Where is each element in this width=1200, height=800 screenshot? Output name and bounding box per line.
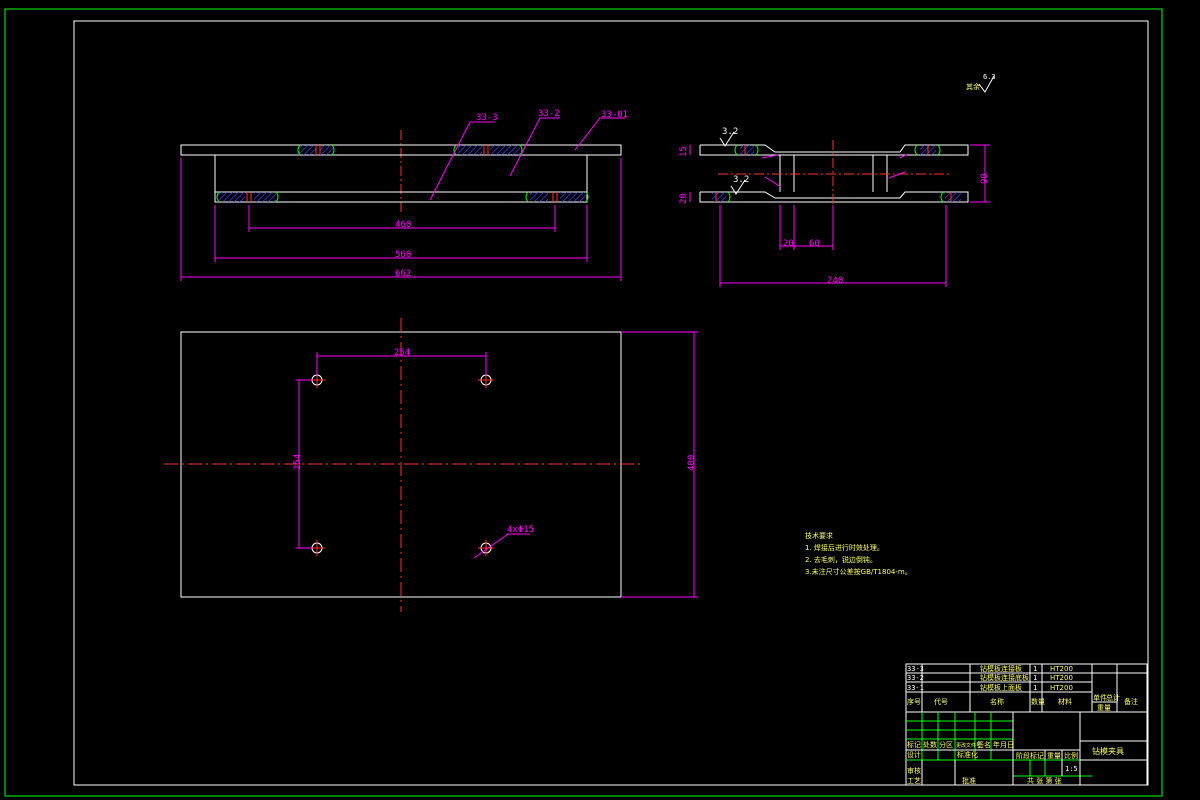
part-material: HT200: [1050, 674, 1073, 682]
sheet-info: 共 张 第 张: [1027, 776, 1062, 785]
tech-item-1: 1. 焊接后进行时效处理。: [805, 543, 884, 552]
top-view: 254 254 400 4xΦ15: [164, 318, 698, 612]
title-block: [905, 663, 1148, 786]
drawing-title: 钻模夹具: [1092, 746, 1124, 756]
header-qty: 数量: [1031, 697, 1045, 706]
drawing-sheet: 33-3 33-2 33-01 460 560 662 3.2 3.2 15 2…: [4, 8, 1163, 797]
dim-top-thk: 15: [679, 146, 689, 157]
dim-holes: 4xΦ15: [507, 525, 534, 535]
tech-title: 技术要求: [805, 531, 833, 540]
sig-signature: 签名: [977, 740, 991, 749]
dim-gap-a: 20: [783, 239, 794, 249]
roughness-label: 其余: [966, 82, 980, 91]
side-roughness-top: 3.2: [722, 127, 738, 137]
sig-stage-mark: 阶段标记: [1016, 751, 1044, 760]
technical-requirements: 技术要求 1. 焊接后进行时效处理。 2. 去毛刺，锐边倒钝。 3.未注尺寸公差…: [805, 531, 912, 576]
dim-spacing-x: 254: [394, 348, 410, 358]
sig-date: 年月日: [993, 740, 1014, 749]
part-code: 33-3: [907, 665, 924, 673]
header-weight: 重量: [1097, 704, 1111, 712]
header-name: 名称: [990, 697, 1004, 706]
sig-review: 审核: [907, 766, 921, 775]
part-material: HT200: [1050, 684, 1073, 692]
front-label-a: 33-3: [476, 113, 498, 123]
sig-scale: 比例: [1064, 751, 1078, 760]
part-qty: 1: [1033, 684, 1037, 692]
sig-mark: 标记: [907, 740, 921, 749]
part-name: 钻模板连接板: [980, 664, 1022, 673]
header-seq: 序号: [907, 697, 921, 706]
front-label-b: 33-2: [538, 109, 560, 119]
part-qty: 1: [1033, 674, 1037, 682]
dim-gap-b: 60: [809, 239, 820, 249]
dim-spacing-y: 254: [293, 454, 303, 470]
front-view: 33-3 33-2 33-01 460 560 662: [180, 109, 628, 281]
general-roughness: 6.3 其余: [966, 73, 996, 93]
sig-standardize: 标准化: [957, 750, 978, 759]
header-material: 材料: [1058, 697, 1072, 706]
header-total-weight: 总计: [1106, 693, 1120, 702]
header-code: 代号: [934, 697, 948, 706]
roughness-value: 6.3: [983, 73, 996, 81]
sig-approve: 批准: [962, 776, 976, 785]
part-material: HT200: [1050, 665, 1073, 673]
dim-height-400: 400: [687, 455, 697, 471]
dim-overall: 662: [395, 269, 411, 279]
side-view: 3.2 3.2 15 20 90 20 60 240: [679, 127, 990, 287]
sig-zone: 分区: [939, 740, 953, 749]
sig-weight: 重量: [1047, 752, 1061, 760]
sig-process: 工艺: [907, 777, 921, 785]
scale-value: 1:5: [1065, 765, 1078, 773]
tech-item-3: 3.未注尺寸公差按GB/T1804-m。: [805, 567, 912, 576]
dim-middle: 560: [395, 250, 411, 260]
part-name: 钻模板上面板: [980, 683, 1022, 692]
header-unit-weight: 单件: [1093, 693, 1107, 702]
dim-inner: 460: [395, 220, 411, 230]
sig-designer: 设计: [907, 750, 921, 759]
tech-item-2: 2. 去毛刺，锐边倒钝。: [805, 555, 877, 564]
header-remark: 备注: [1124, 697, 1138, 706]
part-name: 钻模板连接底板: [980, 673, 1029, 682]
side-roughness-bottom: 3.2: [733, 175, 749, 185]
part-code: 33-1: [907, 684, 924, 692]
front-label-c: 33-01: [601, 110, 628, 120]
dim-bottom-thk: 20: [679, 193, 689, 204]
sig-count: 处数: [923, 740, 937, 749]
dim-height: 90: [980, 173, 990, 184]
part-code: 33-2: [907, 674, 924, 682]
dim-width: 240: [827, 276, 843, 286]
part-qty: 1: [1033, 665, 1037, 673]
